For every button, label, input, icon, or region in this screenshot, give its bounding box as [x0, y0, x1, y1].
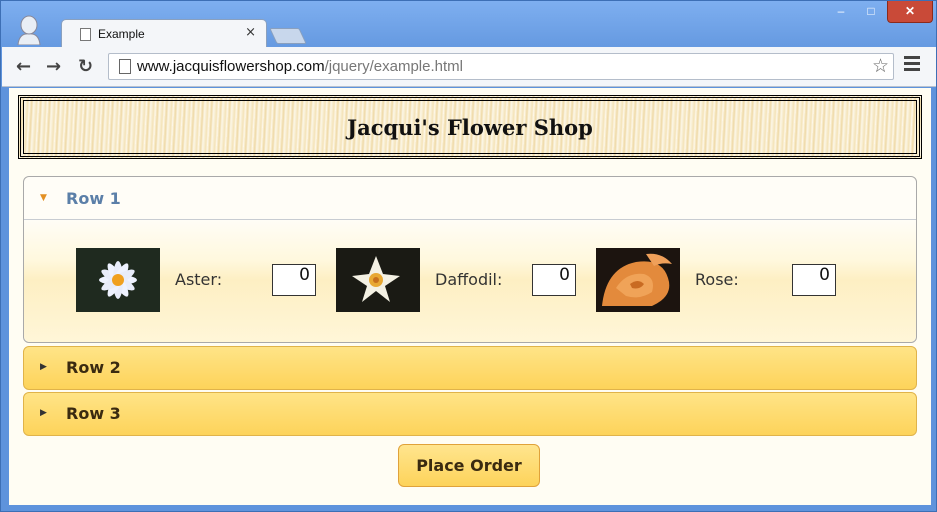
page-title: Jacqui's Flower Shop	[347, 114, 593, 140]
flower-daffodil: Daffodil: 0	[336, 248, 596, 312]
shop-banner: Jacqui's Flower Shop	[18, 95, 922, 159]
accordion-row-1: ▼ Row 1 Aster: 0 Daffodil: 0 Rose: 0	[23, 176, 917, 343]
address-bar[interactable]: www.jacquisflowershop.com/jquery/example…	[108, 53, 894, 80]
triangle-down-icon: ▼	[40, 193, 47, 203]
flower-aster: Aster: 0	[76, 248, 336, 312]
tab-close-icon[interactable]: ×	[245, 25, 256, 40]
accordion-header-row-1[interactable]: ▼ Row 1	[24, 177, 916, 220]
daffodil-image	[336, 248, 420, 312]
star-icon[interactable]: ☆	[872, 55, 889, 77]
new-tab-button[interactable]	[269, 28, 307, 44]
forward-arrow-icon[interactable]: →	[46, 56, 61, 77]
page-viewport: Jacqui's Flower Shop ▼ Row 1 Aster: 0 Da…	[9, 88, 931, 505]
accordion-header-row-2[interactable]: ▶ Row 2	[23, 346, 917, 390]
place-order-button[interactable]: Place Order	[398, 444, 540, 487]
triangle-right-icon: ▶	[40, 362, 47, 372]
browser-window: Example × – □ ✕ ← → ↻ www.jacquisflowers…	[0, 0, 937, 512]
triangle-right-icon: ▶	[40, 408, 47, 418]
profile-icon[interactable]	[15, 15, 43, 45]
aster-image	[76, 248, 160, 312]
close-window-button[interactable]: ✕	[887, 1, 933, 23]
tab-title: Example	[98, 27, 145, 41]
daffodil-quantity-input[interactable]: 0	[532, 264, 576, 296]
maximize-button[interactable]: □	[857, 1, 885, 23]
minimize-button[interactable]: –	[827, 1, 855, 23]
browser-toolbar: ← → ↻ www.jacquisflowershop.com/jquery/e…	[2, 47, 936, 87]
reload-icon[interactable]: ↻	[78, 56, 93, 77]
back-arrow-icon[interactable]: ←	[16, 56, 31, 77]
url-path: /jquery/example.html	[324, 58, 463, 75]
page-icon	[119, 59, 131, 74]
rose-image	[596, 248, 680, 312]
url-host: www.jacquisflowershop.com	[137, 58, 325, 75]
url-text[interactable]: www.jacquisflowershop.com/jquery/example…	[137, 58, 463, 75]
flower-label: Aster:	[175, 270, 223, 289]
menu-icon[interactable]	[904, 56, 920, 74]
accordion-header-row-3[interactable]: ▶ Row 3	[23, 392, 917, 436]
page-icon	[80, 28, 91, 41]
accordion-label: Row 1	[66, 189, 121, 208]
rose-quantity-input[interactable]: 0	[792, 264, 836, 296]
title-bar: Example × – □ ✕	[1, 1, 937, 48]
flower-label: Daffodil:	[435, 270, 503, 289]
accordion-label: Row 2	[66, 358, 121, 377]
flower-rose: Rose: 0	[596, 248, 856, 312]
aster-quantity-input[interactable]: 0	[272, 264, 316, 296]
tab-example[interactable]: Example ×	[61, 19, 267, 48]
accordion: ▼ Row 1 Aster: 0 Daffodil: 0 Rose: 0 ▶ R…	[23, 176, 917, 438]
accordion-label: Row 3	[66, 404, 121, 423]
flower-label: Rose:	[695, 270, 739, 289]
accordion-panel-row-1: Aster: 0 Daffodil: 0 Rose: 0	[24, 220, 916, 342]
